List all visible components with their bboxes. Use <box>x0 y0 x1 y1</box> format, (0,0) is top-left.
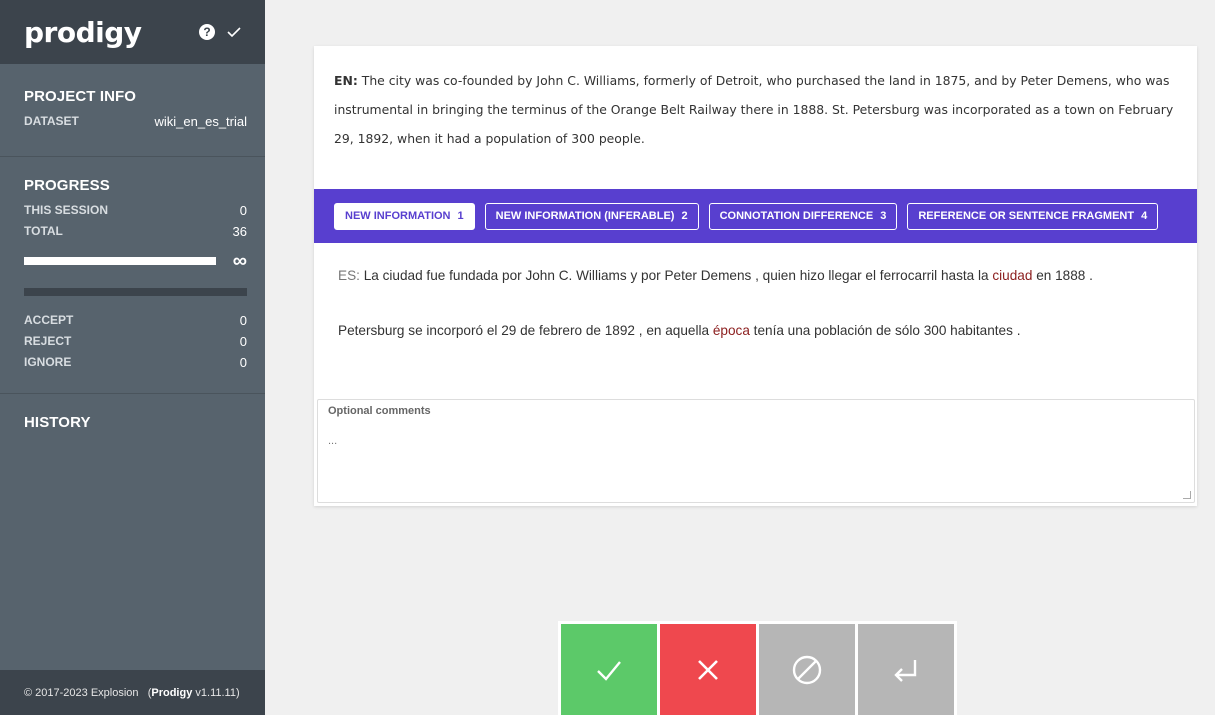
footer-product[interactable]: Prodigy <box>151 687 192 699</box>
accept-row: ACCEPT 0 <box>24 310 247 331</box>
reject-key: REJECT <box>24 334 72 348</box>
comments-label: Optional comments <box>328 405 431 417</box>
ignore-button[interactable] <box>759 624 855 715</box>
label-text: CONNOTATION DIFFERENCE <box>719 210 874 222</box>
progress-title: PROGRESS <box>24 177 110 194</box>
infinity-icon: ∞ <box>232 250 247 272</box>
dataset-value: wiki_en_es_trial <box>154 114 248 129</box>
this-session-key: THIS SESSION <box>24 203 109 217</box>
action-buttons <box>558 621 957 715</box>
dataset-row: DATASET wiki_en_es_trial <box>24 111 247 132</box>
progress-section: PROGRESS THIS SESSION 0 TOTAL 36 ∞ ACCEP… <box>0 157 265 394</box>
this-session-row: THIS SESSION 0 <box>24 200 247 221</box>
label-text: NEW INFORMATION <box>345 210 451 222</box>
source-sentence: The city was co-founded by John C. Willi… <box>334 73 1174 146</box>
source-lang-label: EN: <box>334 73 358 88</box>
logo: prodigy <box>24 15 142 49</box>
cross-icon <box>698 659 718 680</box>
help-icon[interactable]: ? <box>199 24 215 40</box>
total-row: TOTAL 36 <box>24 221 247 242</box>
footer-copyright: © 2017-2023 Explosion <box>24 686 139 699</box>
comments-box: Optional comments <box>317 399 1195 503</box>
history-section: HISTORY <box>0 394 265 431</box>
target-text-span: La ciudad fue fundada por John C. Willia… <box>363 268 989 283</box>
sidebar: prodigy ? PROJECT INFO DATASET wiki_en_e… <box>0 0 265 715</box>
accept-key: ACCEPT <box>24 313 74 327</box>
history-title: HISTORY <box>24 414 91 431</box>
label-new-information-inferable[interactable]: NEW INFORMATION (INFERABLE) 2 <box>484 202 699 230</box>
highlighted-token[interactable]: época <box>713 323 750 338</box>
reject-row: REJECT 0 <box>24 331 247 352</box>
this-session-value: 0 <box>239 203 247 218</box>
label-key: 1 <box>457 210 464 222</box>
comments-input[interactable] <box>328 435 1184 447</box>
undo-button[interactable] <box>858 624 954 715</box>
answer-counts: ACCEPT 0 REJECT 0 IGNORE 0 <box>24 310 247 373</box>
total-key: TOTAL <box>24 224 63 238</box>
target-sentence-2: Petersburg se incorporó el 29 de febrero… <box>338 322 1197 340</box>
check-icon[interactable] <box>227 27 241 37</box>
label-reference-or-sentence-fragment[interactable]: REFERENCE OR SENTENCE FRAGMENT 4 <box>907 202 1159 230</box>
progress-bar-fill <box>24 257 216 265</box>
label-connotation-difference[interactable]: CONNOTATION DIFFERENCE 3 <box>708 202 898 230</box>
target-text: ES: La ciudad fue fundada por John C. Wi… <box>314 243 1197 398</box>
logo-icons: ? <box>199 24 241 40</box>
session-progress-bar <box>24 288 247 296</box>
ignore-key: IGNORE <box>24 355 72 369</box>
undo-arrow-icon <box>894 659 917 682</box>
logo-bar: prodigy ? <box>0 0 265 64</box>
resize-handle-icon[interactable] <box>1183 491 1191 499</box>
target-text-span: Petersburg se incorporó el 29 de febrero… <box>338 323 710 338</box>
label-bar: NEW INFORMATION 1 NEW INFORMATION (INFERA… <box>314 189 1197 243</box>
total-value: 36 <box>232 224 247 239</box>
target-sentence-1: ES: La ciudad fue fundada por John C. Wi… <box>338 267 1197 285</box>
label-key: 3 <box>880 210 887 222</box>
source-text: EN: The city was co-founded by John C. W… <box>314 46 1197 189</box>
ignore-value: 0 <box>239 355 247 370</box>
highlighted-token[interactable]: ciudad <box>992 268 1032 283</box>
dataset-key: DATASET <box>24 114 79 128</box>
check-icon <box>597 660 621 681</box>
project-info-section: PROJECT INFO DATASET wiki_en_es_trial <box>0 64 265 157</box>
accept-button[interactable] <box>561 624 657 715</box>
ignore-row: IGNORE 0 <box>24 352 247 373</box>
target-text-span: en 1888 . <box>1036 268 1093 283</box>
label-text: NEW INFORMATION (INFERABLE) <box>495 210 675 222</box>
label-text: REFERENCE OR SENTENCE FRAGMENT <box>918 210 1135 222</box>
label-key: 2 <box>681 210 688 222</box>
label-new-information[interactable]: NEW INFORMATION 1 <box>334 202 475 230</box>
progress-bar: ∞ <box>24 250 247 272</box>
project-info-title: PROJECT INFO <box>24 88 137 105</box>
target-lang-label: ES: <box>338 268 360 283</box>
accept-value: 0 <box>239 313 247 328</box>
label-key: 4 <box>1141 210 1148 222</box>
reject-button[interactable] <box>660 624 756 715</box>
annotation-card: EN: The city was co-founded by John C. W… <box>314 46 1197 506</box>
reject-value: 0 <box>239 334 247 349</box>
target-text-span: tenía una población de sólo 300 habitant… <box>753 323 1021 338</box>
footer: © 2017-2023 Explosion (Prodigy v1.11.11) <box>0 670 265 715</box>
no-entry-icon <box>792 655 822 684</box>
footer-version: v1.11.11 <box>195 686 236 699</box>
